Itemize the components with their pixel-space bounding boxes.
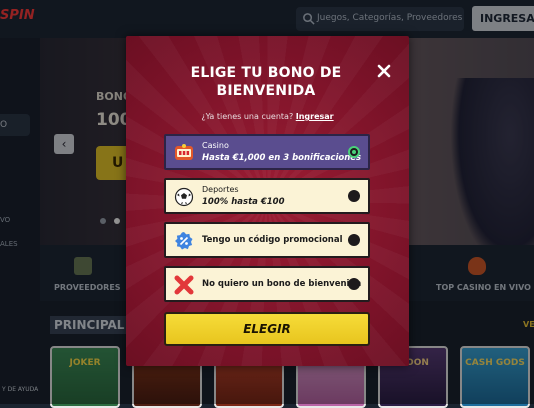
welcome-bonus-modal: ELIGE TU BONO DE BIENVENIDA ¿Ya tienes u… — [126, 36, 409, 366]
option-title: Deportes — [202, 185, 239, 194]
login-link[interactable]: Ingresar — [296, 112, 334, 121]
account-question: ¿Ya tienes una cuenta? — [201, 112, 294, 121]
account-prompt: ¿Ya tienes una cuenta? Ingresar — [126, 112, 409, 121]
option-subtitle: 100% hasta €100 — [202, 197, 285, 207]
option-no-bonus[interactable]: No quiero un bono de bienvenida — [164, 266, 370, 302]
option-casino[interactable]: Casino Hasta €1,000 en 3 bonificaciones — [164, 134, 370, 170]
promo-percent-icon — [175, 232, 193, 250]
radio-unselected[interactable] — [348, 234, 360, 246]
soccer-ball-icon — [174, 187, 194, 207]
option-title: Casino — [202, 141, 229, 150]
radio-selected[interactable] — [348, 146, 360, 158]
radio-unselected[interactable] — [348, 190, 360, 202]
radio-unselected[interactable] — [348, 278, 360, 290]
casino-slot-icon — [175, 144, 193, 160]
option-subtitle: Hasta €1,000 en 3 bonificaciones — [202, 153, 362, 163]
option-title: Tengo un código promocional — [202, 235, 343, 245]
option-title: No quiero un bono de bienvenida — [202, 279, 362, 289]
red-x-icon — [174, 275, 194, 295]
modal-title: ELIGE TU BONO DE BIENVENIDA — [190, 65, 342, 99]
choose-button[interactable]: ELEGIR — [164, 312, 370, 346]
option-promo-code[interactable]: Tengo un código promocional — [164, 222, 370, 258]
option-sports[interactable]: Deportes 100% hasta €100 — [164, 178, 370, 214]
close-icon[interactable] — [377, 64, 391, 78]
